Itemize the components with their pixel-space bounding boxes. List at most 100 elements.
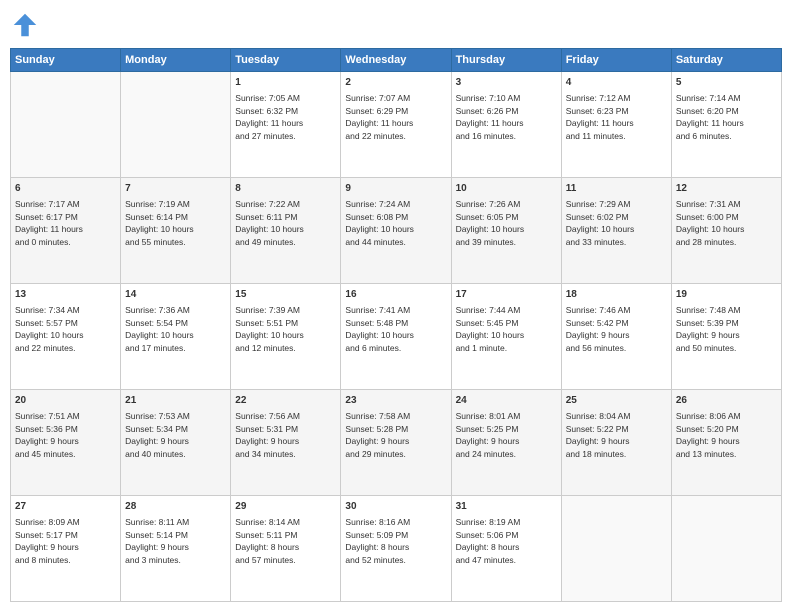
day-cell: 9Sunrise: 7:24 AM Sunset: 6:08 PM Daylig… xyxy=(341,178,451,284)
day-cell: 10 Sunrise: 7:26 AM Sunset: 6:05 PM Dayli… xyxy=(451,178,561,284)
weekday-header-thursday: Thursday xyxy=(451,49,561,72)
week-row-4: 27Sunrise: 8:09 AM Sunset: 5:17 PM Dayli… xyxy=(11,496,782,602)
day-info: Sunrise: 7:22 AM Sunset: 6:11 PM Dayligh… xyxy=(235,199,304,247)
day-info: Sunrise: 7:53 AM Sunset: 5:34 PM Dayligh… xyxy=(125,411,190,459)
day-number: 28 xyxy=(125,500,226,514)
day-cell: 8 Sunrise: 7:22 AM Sunset: 6:11 PM Daylig… xyxy=(231,178,341,284)
weekday-header-wednesday: Wednesday xyxy=(341,49,451,72)
day-cell: 16Sunrise: 7:41 AM Sunset: 5:48 PM Dayli… xyxy=(341,284,451,390)
weekday-row: SundayMondayTuesdayWednesdayThursdayFrid… xyxy=(11,49,782,72)
day-number: 18 xyxy=(566,288,667,302)
day-info: Sunrise: 8:11 AM Sunset: 5:14 PM Dayligh… xyxy=(125,517,189,565)
day-info: Sunrise: 7:44 AM Sunset: 5:45 PM Dayligh… xyxy=(456,305,525,353)
day-info: Sunrise: 7:41 AM Sunset: 5:48 PM Dayligh… xyxy=(345,305,414,353)
day-cell xyxy=(561,496,671,602)
day-cell: 6Sunrise: 7:17 AM Sunset: 6:17 PM Daylig… xyxy=(11,178,121,284)
day-number: 21 xyxy=(125,394,226,408)
day-number: 23 xyxy=(345,394,446,408)
day-number: 13 xyxy=(15,288,116,302)
calendar-body: 1Sunrise: 7:05 AM Sunset: 6:32 PM Daylig… xyxy=(11,72,782,602)
day-info: Sunrise: 7:51 AM Sunset: 5:36 PM Dayligh… xyxy=(15,411,80,459)
day-cell: 11 Sunrise: 7:29 AM Sunset: 6:02 PM Dayli… xyxy=(561,178,671,284)
day-number: 9 xyxy=(345,182,446,196)
week-row-1: 6Sunrise: 7:17 AM Sunset: 6:17 PM Daylig… xyxy=(11,178,782,284)
day-cell: 5 Sunrise: 7:14 AM Sunset: 6:20 PM Daylig… xyxy=(671,72,781,178)
day-info: Sunrise: 8:19 AM Sunset: 5:06 PM Dayligh… xyxy=(456,517,521,565)
day-number: 1 xyxy=(235,76,336,90)
day-info: Sunrise: 7:48 AM Sunset: 5:39 PM Dayligh… xyxy=(676,305,741,353)
header xyxy=(10,10,782,40)
day-cell: 3 Sunrise: 7:10 AM Sunset: 6:26 PM Daylig… xyxy=(451,72,561,178)
day-cell: 31 Sunrise: 8:19 AM Sunset: 5:06 PM Dayli… xyxy=(451,496,561,602)
day-number: 31 xyxy=(456,500,557,514)
day-info: Sunrise: 7:36 AM Sunset: 5:54 PM Dayligh… xyxy=(125,305,194,353)
day-cell: 26Sunrise: 8:06 AM Sunset: 5:20 PM Dayli… xyxy=(671,390,781,496)
calendar-header: SundayMondayTuesdayWednesdayThursdayFrid… xyxy=(11,49,782,72)
day-number: 5 xyxy=(676,76,777,90)
week-row-0: 1Sunrise: 7:05 AM Sunset: 6:32 PM Daylig… xyxy=(11,72,782,178)
day-info: Sunrise: 8:06 AM Sunset: 5:20 PM Dayligh… xyxy=(676,411,741,459)
week-row-2: 13 Sunrise: 7:34 AM Sunset: 5:57 PM Dayli… xyxy=(11,284,782,390)
day-info: Sunrise: 8:04 AM Sunset: 5:22 PM Dayligh… xyxy=(566,411,631,459)
day-number: 17 xyxy=(456,288,557,302)
day-cell: 30 Sunrise: 8:16 AM Sunset: 5:09 PM Dayli… xyxy=(341,496,451,602)
day-cell: 20 Sunrise: 7:51 AM Sunset: 5:36 PM Dayli… xyxy=(11,390,121,496)
day-info: Sunrise: 7:12 AM Sunset: 6:23 PM Dayligh… xyxy=(566,93,634,141)
day-info: Sunrise: 7:34 AM Sunset: 5:57 PM Dayligh… xyxy=(15,305,84,353)
day-info: Sunrise: 7:29 AM Sunset: 6:02 PM Dayligh… xyxy=(566,199,635,247)
day-info: Sunrise: 8:09 AM Sunset: 5:17 PM Dayligh… xyxy=(15,517,80,565)
day-cell xyxy=(121,72,231,178)
day-cell: 25 Sunrise: 8:04 AM Sunset: 5:22 PM Dayli… xyxy=(561,390,671,496)
day-info: Sunrise: 7:26 AM Sunset: 6:05 PM Dayligh… xyxy=(456,199,525,247)
day-info: Sunrise: 7:10 AM Sunset: 6:26 PM Dayligh… xyxy=(456,93,524,141)
day-cell: 21 Sunrise: 7:53 AM Sunset: 5:34 PM Dayli… xyxy=(121,390,231,496)
week-row-3: 20 Sunrise: 7:51 AM Sunset: 5:36 PM Dayli… xyxy=(11,390,782,496)
page: SundayMondayTuesdayWednesdayThursdayFrid… xyxy=(0,0,792,612)
day-number: 14 xyxy=(125,288,226,302)
day-cell: 1Sunrise: 7:05 AM Sunset: 6:32 PM Daylig… xyxy=(231,72,341,178)
day-number: 29 xyxy=(235,500,336,514)
day-info: Sunrise: 8:14 AM Sunset: 5:11 PM Dayligh… xyxy=(235,517,300,565)
day-number: 20 xyxy=(15,394,116,408)
day-cell: 4 Sunrise: 7:12 AM Sunset: 6:23 PM Daylig… xyxy=(561,72,671,178)
day-number: 2 xyxy=(345,76,446,90)
day-number: 22 xyxy=(235,394,336,408)
day-cell: 19 Sunrise: 7:48 AM Sunset: 5:39 PM Dayli… xyxy=(671,284,781,390)
day-number: 10 xyxy=(456,182,557,196)
day-info: Sunrise: 7:46 AM Sunset: 5:42 PM Dayligh… xyxy=(566,305,631,353)
day-cell: 29 Sunrise: 8:14 AM Sunset: 5:11 PM Dayli… xyxy=(231,496,341,602)
day-info: Sunrise: 7:39 AM Sunset: 5:51 PM Dayligh… xyxy=(235,305,304,353)
day-number: 19 xyxy=(676,288,777,302)
day-number: 7 xyxy=(125,182,226,196)
day-cell: 28 Sunrise: 8:11 AM Sunset: 5:14 PM Dayli… xyxy=(121,496,231,602)
weekday-header-tuesday: Tuesday xyxy=(231,49,341,72)
day-cell: 17 Sunrise: 7:44 AM Sunset: 5:45 PM Dayli… xyxy=(451,284,561,390)
weekday-header-sunday: Sunday xyxy=(11,49,121,72)
day-number: 15 xyxy=(235,288,336,302)
day-cell: 24 Sunrise: 8:01 AM Sunset: 5:25 PM Dayli… xyxy=(451,390,561,496)
day-cell: 14 Sunrise: 7:36 AM Sunset: 5:54 PM Dayli… xyxy=(121,284,231,390)
day-number: 24 xyxy=(456,394,557,408)
day-info: Sunrise: 7:56 AM Sunset: 5:31 PM Dayligh… xyxy=(235,411,300,459)
day-cell: 13 Sunrise: 7:34 AM Sunset: 5:57 PM Dayli… xyxy=(11,284,121,390)
day-info: Sunrise: 7:14 AM Sunset: 6:20 PM Dayligh… xyxy=(676,93,744,141)
day-number: 25 xyxy=(566,394,667,408)
weekday-header-saturday: Saturday xyxy=(671,49,781,72)
day-info: Sunrise: 8:16 AM Sunset: 5:09 PM Dayligh… xyxy=(345,517,410,565)
day-info: Sunrise: 7:07 AM Sunset: 6:29 PM Dayligh… xyxy=(345,93,413,141)
day-number: 8 xyxy=(235,182,336,196)
day-number: 30 xyxy=(345,500,446,514)
day-info: Sunrise: 7:31 AM Sunset: 6:00 PM Dayligh… xyxy=(676,199,745,247)
day-number: 4 xyxy=(566,76,667,90)
logo-icon xyxy=(10,10,40,40)
day-info: Sunrise: 8:01 AM Sunset: 5:25 PM Dayligh… xyxy=(456,411,521,459)
day-cell: 27Sunrise: 8:09 AM Sunset: 5:17 PM Dayli… xyxy=(11,496,121,602)
day-cell xyxy=(671,496,781,602)
day-number: 6 xyxy=(15,182,116,196)
day-number: 11 xyxy=(566,182,667,196)
day-info: Sunrise: 7:58 AM Sunset: 5:28 PM Dayligh… xyxy=(345,411,410,459)
day-cell: 2 Sunrise: 7:07 AM Sunset: 6:29 PM Daylig… xyxy=(341,72,451,178)
day-number: 3 xyxy=(456,76,557,90)
weekday-header-monday: Monday xyxy=(121,49,231,72)
day-cell: 18 Sunrise: 7:46 AM Sunset: 5:42 PM Dayli… xyxy=(561,284,671,390)
